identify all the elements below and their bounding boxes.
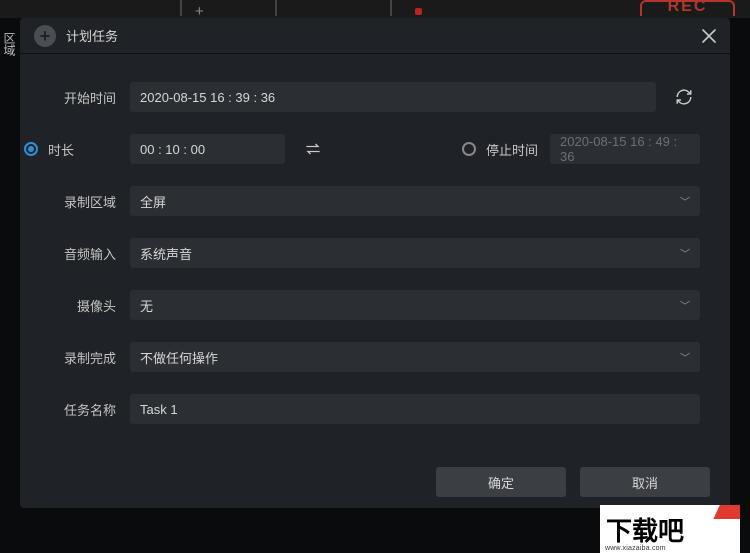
add-icon: + (34, 25, 56, 47)
chevron-down-icon: ﹀ (680, 350, 690, 365)
duration-field[interactable]: 00 : 10 : 00 (130, 134, 285, 164)
chevron-down-icon: ﹀ (680, 194, 690, 209)
record-area-label: 录制区域 (20, 192, 130, 211)
refresh-icon (675, 88, 693, 106)
region-label-bg: 区域 (0, 30, 18, 56)
on-complete-select[interactable]: 不做任何操作 ﹀ (130, 342, 700, 372)
task-name-input[interactable]: Task 1 (130, 394, 700, 424)
record-area-value: 全屏 (140, 192, 166, 211)
audio-input-select[interactable]: 系统声音 ﹀ (130, 238, 700, 268)
schedule-task-dialog: + 计划任务 开始时间 2020-08-15 16 : 39 : 36 (20, 18, 730, 508)
cancel-button[interactable]: 取消 (580, 467, 710, 497)
stop-time-value: 2020-08-15 16 : 49 : 36 (560, 134, 690, 164)
audio-input-label: 音频输入 (20, 244, 130, 263)
stop-time-radio[interactable]: 停止时间 (458, 140, 538, 159)
duration-label: 时长 (48, 140, 74, 159)
record-area-select[interactable]: 全屏 ﹀ (130, 186, 700, 216)
start-time-field[interactable]: 2020-08-15 16 : 39 : 36 (130, 82, 656, 112)
watermark-url: www.xiazaiba.com (605, 545, 666, 552)
watermark: 下载吧 www.xiazaiba.com (600, 505, 740, 553)
camera-label: 摄像头 (20, 296, 130, 315)
loop-button[interactable] (297, 134, 329, 164)
start-time-value: 2020-08-15 16 : 39 : 36 (140, 90, 275, 105)
task-name-value: Task 1 (140, 402, 178, 417)
stop-time-field: 2020-08-15 16 : 49 : 36 (550, 134, 700, 164)
close-button[interactable] (702, 29, 716, 43)
titlebar: + 计划任务 (20, 18, 730, 54)
camera-select[interactable]: 无 ﹀ (130, 290, 700, 320)
dialog-title: 计划任务 (66, 26, 118, 45)
chevron-down-icon: ﹀ (680, 246, 690, 261)
loop-icon (303, 142, 323, 156)
camera-value: 无 (140, 296, 153, 315)
close-icon (702, 29, 716, 43)
start-time-label: 开始时间 (20, 88, 130, 107)
duration-value: 00 : 10 : 00 (140, 142, 205, 157)
chevron-down-icon: ﹀ (680, 298, 690, 313)
ok-button[interactable]: 确定 (436, 467, 566, 497)
audio-input-value: 系统声音 (140, 244, 192, 263)
rec-button-bg: REC (640, 0, 735, 16)
refresh-button[interactable] (668, 82, 700, 112)
on-complete-value: 不做任何操作 (140, 348, 218, 367)
watermark-text: 下载吧 (606, 511, 684, 548)
task-name-label: 任务名称 (20, 400, 130, 419)
stop-time-label: 停止时间 (486, 140, 538, 159)
duration-radio[interactable]: 时长 (20, 140, 122, 159)
on-complete-label: 录制完成 (20, 348, 130, 367)
